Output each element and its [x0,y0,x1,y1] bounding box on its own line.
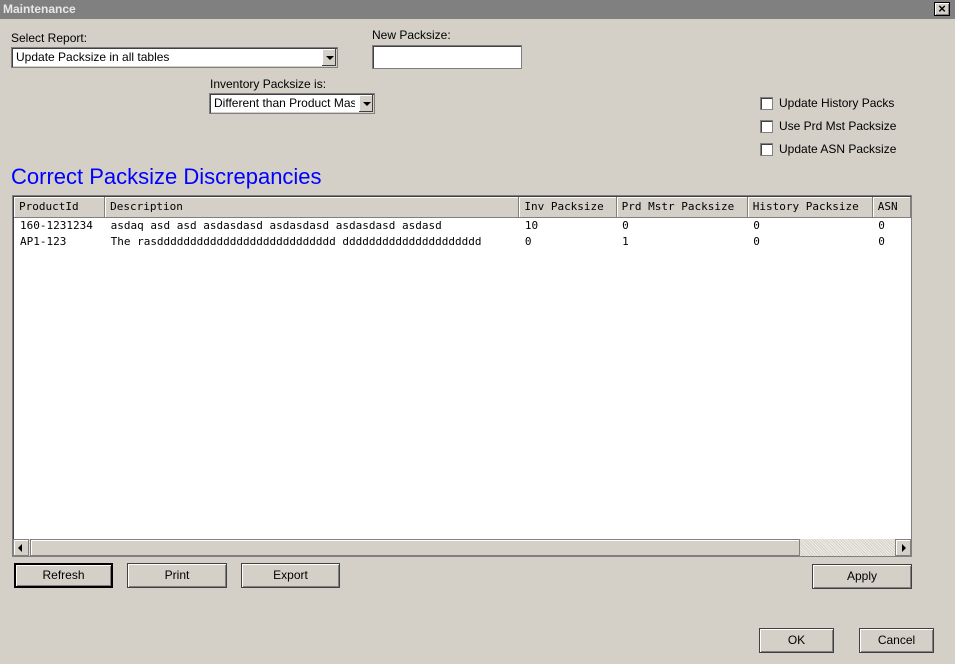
column-header-description[interactable]: Description [104,197,520,218]
select-report-label: Select Report: [11,31,88,45]
export-button[interactable]: Export [241,563,340,588]
discrepancy-grid[interactable]: ProductId Description Inv Packsize Prd M… [12,195,912,557]
close-button[interactable]: × [934,2,950,16]
horizontal-scrollbar[interactable] [13,539,911,556]
cell-description: The rasddddddddddddddddddddddddddd ddddd… [110,234,482,248]
cell-asn: 0 [878,234,885,248]
chevron-down-icon[interactable] [321,49,336,66]
ok-button[interactable]: OK [759,628,834,653]
print-button[interactable]: Print [127,563,227,588]
scroll-left-icon[interactable] [13,539,29,556]
table-header-row: ProductId Description Inv Packsize Prd M… [14,197,911,218]
table-row[interactable]: AP1-123 The rasddddddddddddddddddddddddd… [14,233,911,249]
checkbox-box[interactable] [760,96,773,110]
new-packsize-input[interactable] [372,45,522,69]
checkbox-box[interactable] [760,119,773,133]
column-header-productid[interactable]: ProductId [14,197,106,218]
checkbox-label: Update ASN Packsize [779,142,897,156]
inventory-packsize-label: Inventory Packsize is: [210,77,327,91]
cell-history-packsize: 0 [753,234,760,248]
column-header-inv-packsize[interactable]: Inv Packsize [518,197,617,218]
update-history-packs-checkbox[interactable]: Update History Packs [760,96,894,110]
cell-description: asdaq asd asd asdasdasd asdasdasd asdasd… [110,218,442,232]
inventory-packsize-dropdown[interactable]: Different than Product Mas [209,93,375,114]
cell-productid: AP1-123 [20,234,67,248]
cell-prd-mstr-packsize: 0 [622,218,629,232]
select-report-dropdown[interactable]: Update Packsize in all tables [11,47,338,68]
window-title: Maintenance [3,2,76,16]
column-header-history-packsize[interactable]: History Packsize [747,197,873,218]
use-prd-mst-packsize-checkbox[interactable]: Use Prd Mst Packsize [760,119,896,133]
select-report-value: Update Packsize in all tables [16,50,170,64]
cell-inv-packsize: 0 [524,234,532,248]
table-row[interactable]: 160-1231234 asdaq asd asd asdasdasd asda… [14,217,911,233]
column-header-asn[interactable]: ASN [872,197,911,218]
scroll-right-icon[interactable] [895,539,911,556]
scrollbar-thumb[interactable] [30,539,800,556]
page-heading: Correct Packsize Discrepancies [11,164,322,189]
checkbox-label: Update History Packs [779,96,895,110]
cell-history-packsize: 0 [753,218,760,232]
close-icon: × [938,1,946,16]
checkbox-box[interactable] [760,142,773,156]
apply-button[interactable]: Apply [812,564,912,589]
discrepancy-table: ProductId Description Inv Packsize Prd M… [14,197,911,249]
cell-productid: 160-1231234 [20,218,93,232]
refresh-button[interactable]: Refresh [14,563,113,588]
cell-inv-packsize: 10 [524,218,539,232]
inventory-packsize-value: Different than Product Mas [214,96,355,110]
cancel-button[interactable]: Cancel [859,628,934,653]
title-bar: Maintenance × [0,0,955,19]
column-header-prd-mstr-packsize[interactable]: Prd Mstr Packsize [616,197,748,218]
cell-prd-mstr-packsize: 1 [622,234,629,248]
chevron-down-icon[interactable] [358,95,373,112]
cell-asn: 0 [878,218,885,232]
new-packsize-label: New Packsize: [372,28,451,42]
checkbox-label: Use Prd Mst Packsize [779,119,897,133]
update-asn-packsize-checkbox[interactable]: Update ASN Packsize [760,142,896,156]
